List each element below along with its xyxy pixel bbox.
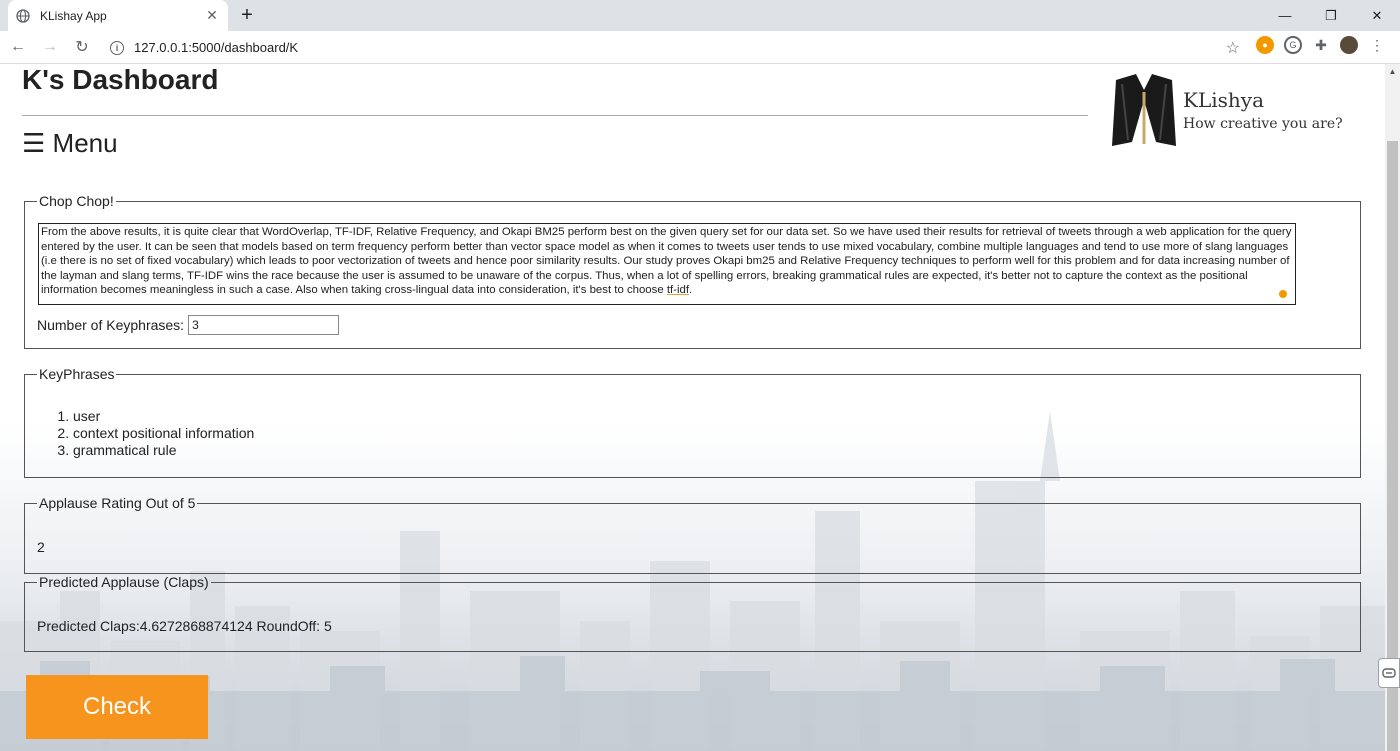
check-button[interactable]: Check [26, 675, 208, 739]
avatar[interactable] [1340, 36, 1358, 54]
keyphrase-count-label: Number of Keyphrases: [37, 317, 185, 333]
extension-icons: ● G ✚ ⋮ [1256, 36, 1386, 54]
chop-chop-section: Chop Chop! From the above results, it is… [24, 193, 1361, 349]
tab-title: KLishay App [40, 8, 107, 23]
article-textarea[interactable]: From the above results, it is quite clea… [38, 223, 1296, 305]
more-icon[interactable]: ⋮ [1368, 36, 1386, 54]
page-title: K's Dashboard [22, 64, 219, 95]
list-item: user [73, 408, 254, 425]
logo: KLishya How creative you are? [1108, 70, 1358, 152]
new-tab-button[interactable]: + [236, 5, 258, 27]
keyphrase-count-input[interactable]: 3 [188, 315, 340, 335]
list-item: context positional information [73, 425, 254, 442]
minimize-icon[interactable]: — [1262, 0, 1308, 31]
grammarly-icon[interactable]: G [1284, 36, 1302, 54]
back-icon[interactable]: ← [4, 33, 32, 61]
applause-rating-section: Applause Rating Out of 5 2 [24, 495, 1361, 574]
predicted-applause-value: Predicted Claps:4.6272868874124 RoundOff… [37, 618, 332, 634]
browser-tab[interactable]: KLishay App ✕ [8, 0, 228, 31]
address-bar[interactable]: i 127.0.0.1:5000/dashboard/K ☆ [100, 34, 1248, 61]
reload-icon[interactable]: ↻ [68, 33, 96, 61]
restore-icon[interactable]: ❐ [1308, 0, 1354, 31]
list-item: grammatical rule [73, 442, 254, 459]
chop-chop-legend: Chop Chop! [39, 193, 114, 209]
extension-icon[interactable]: ● [1256, 36, 1274, 54]
info-icon[interactable]: i [110, 40, 124, 55]
puzzle-icon[interactable]: ✚ [1312, 36, 1330, 54]
article-text-end: tf-idf [666, 284, 689, 297]
keyphrases-legend: KeyPhrases [39, 366, 115, 382]
side-widget-icon[interactable] [1378, 658, 1400, 688]
browser-tab-bar: KLishay App ✕ + — ❐ ✕ [0, 0, 1400, 31]
logo-figure-icon [1112, 74, 1176, 146]
keyphrase-list: user context positional information gram… [73, 408, 254, 459]
applause-rating-legend: Applause Rating Out of 5 [39, 495, 196, 511]
predicted-applause-legend: Predicted Applause (Claps) [39, 574, 209, 590]
close-window-icon[interactable]: ✕ [1354, 0, 1400, 31]
article-text-tail: . [689, 284, 693, 297]
scroll-up-icon[interactable]: ▲ [1385, 64, 1400, 79]
close-icon[interactable]: ✕ [204, 7, 220, 24]
logo-tagline: How creative you are? [1183, 116, 1343, 132]
browser-toolbar: ← → ↻ i 127.0.0.1:5000/dashboard/K ☆ [0, 31, 1400, 64]
window-controls: — ❐ ✕ [1262, 0, 1400, 31]
page-content: K's Dashboard ☰ Menu KLishya How creativ… [0, 64, 1385, 751]
globe-icon [16, 8, 30, 23]
predicted-applause-section: Predicted Applause (Claps) Predicted Cla… [24, 574, 1361, 652]
forward-icon[interactable]: → [36, 33, 64, 61]
divider [22, 115, 1088, 116]
menu-toggle[interactable]: ☰ Menu [22, 128, 118, 159]
keyphrases-section: KeyPhrases user context positional infor… [24, 366, 1361, 478]
star-icon[interactable]: ☆ [1226, 38, 1240, 58]
applause-rating-value: 2 [37, 539, 45, 555]
url-text[interactable]: 127.0.0.1:5000/dashboard/K [134, 40, 1226, 55]
keyphrase-count-row: Number of Keyphrases: 3 [37, 315, 340, 335]
logo-name: KLishya [1183, 88, 1264, 112]
grammarly-indicator-icon[interactable] [1279, 290, 1287, 298]
scrollbar[interactable]: ▲ [1385, 64, 1400, 751]
